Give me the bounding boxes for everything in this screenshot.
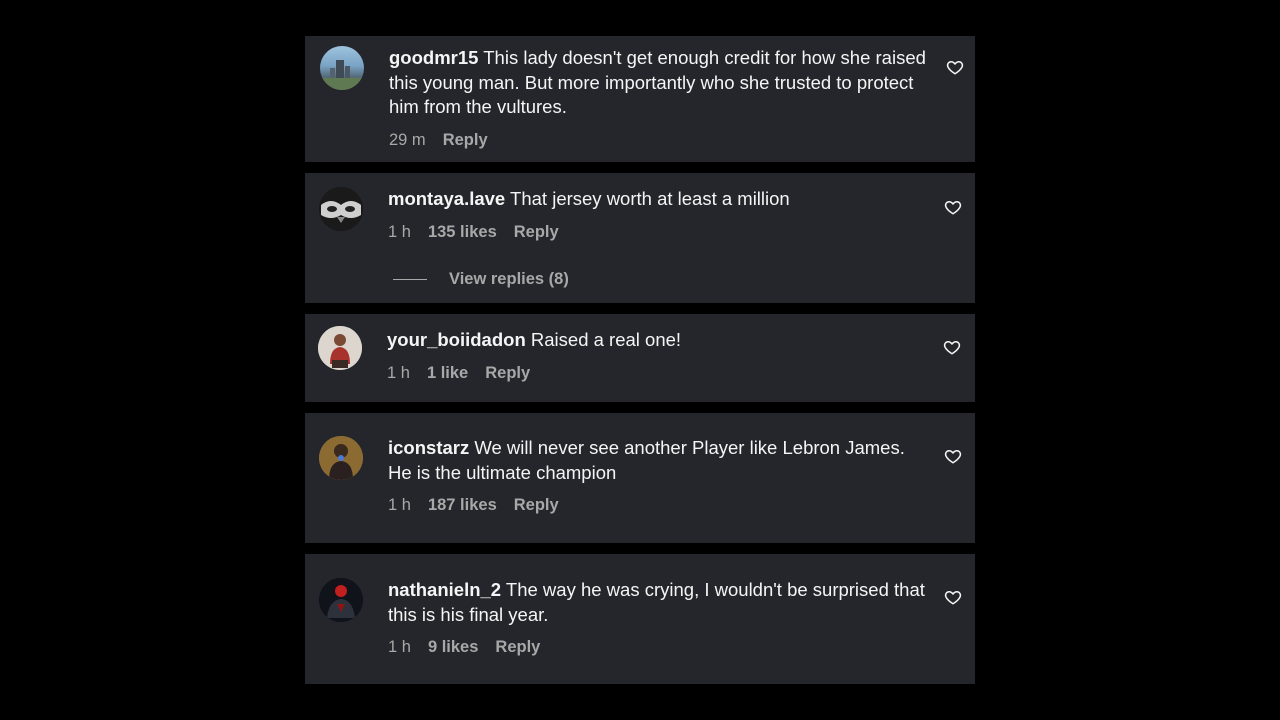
comment-body: nathanieln_2 The way he was crying, I wo… — [388, 578, 928, 657]
comment-body: your_boiidadon Raised a real one! 1 h 1 … — [387, 328, 927, 383]
comment-card: goodmr15 This lady doesn't get enough cr… — [305, 36, 975, 162]
comment-card: nathanieln_2 The way he was crying, I wo… — [305, 554, 975, 684]
reply-button[interactable]: Reply — [485, 364, 530, 383]
heart-icon[interactable] — [944, 198, 962, 216]
replies-divider-line — [393, 279, 427, 280]
avatar[interactable] — [318, 326, 362, 370]
heart-icon[interactable] — [944, 447, 962, 465]
comment-card: iconstarz We will never see another Play… — [305, 413, 975, 543]
comment-card: your_boiidadon Raised a real one! 1 h 1 … — [305, 314, 975, 402]
comment-time: 1 h — [387, 363, 410, 382]
comment-likes[interactable]: 9 likes — [428, 638, 478, 657]
comment-text-block: goodmr15 This lady doesn't get enough cr… — [389, 46, 929, 120]
face-monochrome-icon — [319, 187, 363, 231]
reply-button[interactable]: Reply — [495, 638, 540, 657]
view-replies-button[interactable]: View replies (8) — [393, 270, 569, 289]
comment-meta: 1 h 187 likes Reply — [388, 496, 928, 515]
person-sitting-icon — [318, 326, 362, 370]
comment-body: iconstarz We will never see another Play… — [388, 436, 928, 515]
comment-text-block: iconstarz We will never see another Play… — [388, 436, 928, 485]
comment-likes[interactable]: 187 likes — [428, 496, 497, 515]
comment-text-block: nathanieln_2 The way he was crying, I wo… — [388, 578, 928, 627]
reply-button[interactable]: Reply — [514, 496, 559, 515]
comment-body: goodmr15 This lady doesn't get enough cr… — [389, 46, 929, 150]
comment-text-block: montaya.lave That jersey worth at least … — [388, 187, 928, 212]
comment-meta: 29 m Reply — [389, 131, 929, 150]
avatar[interactable] — [319, 187, 363, 231]
comment-text: Raised a real one! — [530, 329, 682, 350]
comment-username[interactable]: nathanieln_2 — [388, 579, 501, 600]
reply-button[interactable]: Reply — [443, 131, 488, 150]
comment-time: 1 h — [388, 638, 411, 656]
comment-time: 1 h — [388, 496, 411, 514]
comment-username[interactable]: goodmr15 — [389, 47, 478, 68]
heart-icon[interactable] — [943, 338, 961, 356]
city-skyline-icon — [320, 60, 364, 90]
comment-username[interactable]: montaya.lave — [388, 188, 505, 209]
comment-body: montaya.lave That jersey worth at least … — [388, 187, 928, 242]
heart-icon[interactable] — [946, 58, 964, 76]
reply-button[interactable]: Reply — [514, 223, 559, 242]
person-dark-icon — [319, 436, 363, 480]
comment-meta: 1 h 1 like Reply — [387, 364, 927, 383]
comment-text: That jersey worth at least a million — [510, 188, 790, 209]
comment-meta: 1 h 9 likes Reply — [388, 638, 928, 657]
comment-text-block: your_boiidadon Raised a real one! — [387, 328, 927, 353]
comment-time: 29 m — [389, 130, 426, 149]
comment-likes[interactable]: 135 likes — [428, 223, 497, 242]
comment-card: montaya.lave That jersey worth at least … — [305, 173, 975, 303]
heart-icon[interactable] — [944, 588, 962, 606]
comment-meta: 1 h 135 likes Reply — [388, 223, 928, 242]
avatar[interactable] — [319, 436, 363, 480]
red-figure-icon — [319, 578, 363, 622]
comment-time: 1 h — [388, 222, 411, 241]
view-replies-label: View replies (8) — [449, 270, 569, 288]
avatar[interactable] — [320, 46, 364, 90]
avatar[interactable] — [319, 578, 363, 622]
comment-username[interactable]: your_boiidadon — [387, 329, 526, 350]
comment-likes[interactable]: 1 like — [427, 364, 468, 383]
comment-username[interactable]: iconstarz — [388, 437, 469, 458]
